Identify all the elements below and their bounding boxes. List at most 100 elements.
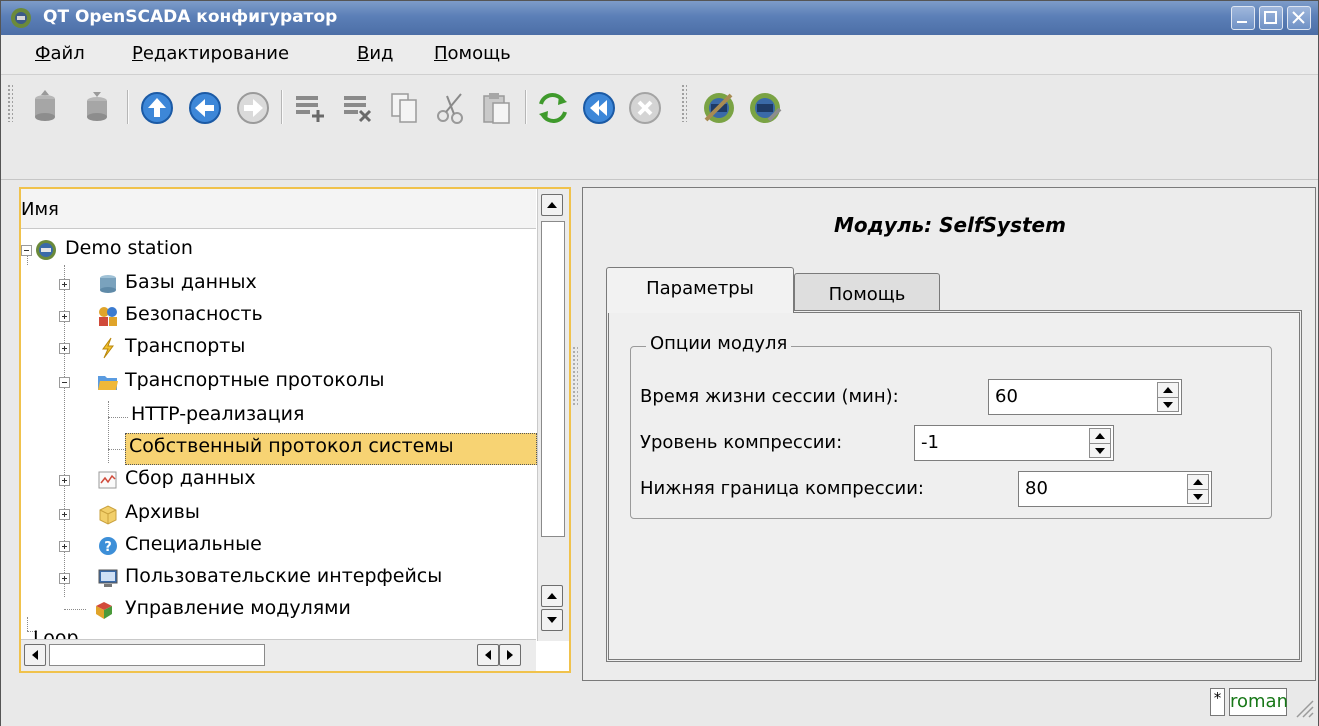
- tree-item-http[interactable]: HTTP-реализация: [21, 399, 536, 431]
- scroll-left-button[interactable]: [477, 644, 499, 666]
- station-config-button[interactable]: [697, 86, 741, 130]
- tree-header[interactable]: Имя: [21, 189, 536, 229]
- arrow-right-icon: [507, 650, 513, 660]
- tab-parameters[interactable]: Параметры: [606, 267, 794, 313]
- menu-bar: Файл Редактирование Вид Помощь: [1, 35, 1318, 75]
- toolbar-separator: [127, 90, 129, 124]
- tree-item-security[interactable]: Безопасность: [21, 299, 536, 331]
- compression-threshold-spinbox[interactable]: 80: [1018, 471, 1212, 507]
- tree-item-databases[interactable]: Базы данных: [21, 267, 536, 299]
- toolbar-separator: [281, 90, 283, 124]
- start-button[interactable]: [577, 86, 621, 130]
- scroll-left-button[interactable]: [24, 644, 46, 666]
- spin-down-button[interactable]: [1090, 443, 1110, 457]
- svg-text:?: ?: [104, 540, 112, 555]
- menu-edit[interactable]: Редактирование: [132, 43, 289, 64]
- copy-button[interactable]: [383, 86, 427, 130]
- module-panel: Модуль: SelfSystem Помощь Параметры Опци…: [582, 187, 1316, 681]
- tree-item-transports[interactable]: Транспорты: [21, 331, 536, 363]
- spin-down-button[interactable]: [1188, 489, 1208, 503]
- tree-header-label: Имя: [21, 199, 59, 220]
- paste-icon: [483, 93, 510, 124]
- expand-icon[interactable]: [59, 311, 70, 322]
- status-bar: * roman: [1, 683, 1318, 726]
- toolbar-grip[interactable]: [7, 84, 13, 122]
- scroll-thumb[interactable]: [49, 644, 265, 666]
- splitter-handle[interactable]: [572, 346, 578, 406]
- arrow-down-icon: [547, 617, 557, 623]
- spin-arrows[interactable]: [1187, 474, 1209, 504]
- maximize-button[interactable]: [1259, 6, 1283, 30]
- close-button[interactable]: [1287, 6, 1311, 30]
- tree-item-special[interactable]: ? Специальные: [21, 529, 536, 561]
- arrow-down-icon: [1163, 402, 1173, 408]
- tab-parameters-label: Параметры: [646, 278, 754, 299]
- spin-up-button[interactable]: [1158, 383, 1178, 397]
- cut-button[interactable]: [429, 86, 473, 130]
- spin-up-button[interactable]: [1188, 475, 1208, 489]
- resize-grip-icon[interactable]: [1291, 695, 1315, 719]
- expand-icon[interactable]: [59, 541, 70, 552]
- toolbar-grip[interactable]: [681, 84, 687, 122]
- navigation-tree[interactable]: Имя Demo station Базы данных Безопасност…: [19, 187, 571, 673]
- cut-icon: [437, 93, 463, 124]
- scroll-right-button[interactable]: [499, 644, 521, 666]
- compression-threshold-value: 80: [1025, 478, 1048, 499]
- session-lifetime-value: 60: [995, 386, 1018, 407]
- station-button[interactable]: [743, 86, 787, 130]
- menu-help[interactable]: Помощь: [434, 43, 511, 64]
- user-indicator[interactable]: roman: [1229, 688, 1288, 716]
- arrow-up-icon: [1163, 387, 1173, 393]
- go-forward-button[interactable]: [231, 86, 275, 130]
- compression-level-value: -1: [921, 432, 939, 453]
- compression-level-spinbox[interactable]: -1: [914, 425, 1114, 461]
- tree-item-module-management[interactable]: Управление модулями: [21, 593, 536, 625]
- tree-item-demo-station[interactable]: Demo station: [21, 233, 536, 265]
- go-back-button[interactable]: [183, 86, 227, 130]
- spin-up-button[interactable]: [1090, 429, 1110, 443]
- scroll-down-button[interactable]: [541, 609, 563, 631]
- expand-icon[interactable]: [59, 343, 70, 354]
- scroll-up-button[interactable]: [541, 194, 563, 216]
- stop-button[interactable]: [623, 86, 667, 130]
- collapse-icon[interactable]: [21, 245, 32, 256]
- tree-item-archives[interactable]: Архивы: [21, 497, 536, 529]
- tree-item-self-system-protocol[interactable]: Собственный протокол системы: [21, 431, 536, 463]
- minimize-button[interactable]: [1231, 6, 1255, 30]
- expand-icon[interactable]: [59, 509, 70, 520]
- arrow-down-icon: [1193, 494, 1203, 500]
- collapse-icon[interactable]: [59, 377, 70, 388]
- menu-file[interactable]: Файл: [35, 43, 85, 64]
- app-icon: [11, 8, 31, 28]
- go-forward-icon: [237, 92, 269, 124]
- tab-help[interactable]: Помощь: [794, 273, 940, 311]
- expand-icon[interactable]: [59, 475, 70, 486]
- modified-indicator[interactable]: *: [1210, 688, 1225, 716]
- scroll-up-button[interactable]: [541, 585, 563, 607]
- spin-arrows[interactable]: [1089, 428, 1111, 458]
- tree-item-data-acquisition[interactable]: Сбор данных: [21, 463, 536, 495]
- db-load-button[interactable]: [23, 86, 67, 130]
- session-lifetime-spinbox[interactable]: 60: [988, 379, 1182, 415]
- add-item-button[interactable]: [287, 86, 331, 130]
- tree-horizontal-scrollbar[interactable]: [21, 639, 536, 671]
- refresh-button[interactable]: [531, 86, 575, 130]
- module-title: Модуль: SelfSystem: [834, 213, 1066, 237]
- db-save-button[interactable]: [75, 86, 119, 130]
- add-item-icon: [296, 96, 324, 122]
- menu-view[interactable]: Вид: [357, 43, 394, 64]
- spin-down-button[interactable]: [1158, 397, 1178, 411]
- tree-item-user-interfaces[interactable]: Пользовательские интерфейсы: [21, 561, 536, 593]
- scroll-thumb[interactable]: [541, 221, 565, 537]
- delete-item-button[interactable]: [335, 86, 379, 130]
- title-bar[interactable]: QT OpenSCADA конфигуратор: [1, 1, 1318, 35]
- help-icon: ?: [99, 537, 117, 555]
- tree-vertical-scrollbar[interactable]: [537, 189, 569, 641]
- expand-icon[interactable]: [59, 279, 70, 290]
- go-up-button[interactable]: [135, 86, 179, 130]
- arrow-down-icon: [1095, 448, 1105, 454]
- spin-arrows[interactable]: [1157, 382, 1179, 412]
- paste-button[interactable]: [475, 86, 519, 130]
- tree-item-transport-protocols[interactable]: Транспортные протоколы: [21, 365, 536, 397]
- expand-icon[interactable]: [59, 573, 70, 584]
